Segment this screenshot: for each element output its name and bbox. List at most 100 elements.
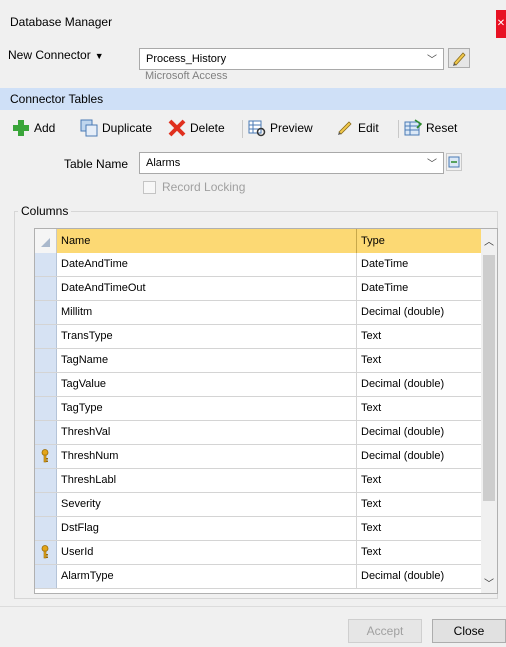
cell-type[interactable]: Text [357,541,481,564]
row-header[interactable] [35,325,57,348]
cell-type[interactable]: Decimal (double) [357,301,481,324]
cell-type[interactable]: Decimal (double) [357,445,481,468]
row-header[interactable] [35,277,57,300]
cell-type-text: Text [361,330,382,342]
cell-name-text: ThreshVal [61,426,111,438]
row-header[interactable] [35,349,57,372]
table-row[interactable]: UserId Text [35,541,481,565]
vertical-scrollbar[interactable]: ︿ ﹀ [481,229,497,593]
record-locking-checkbox[interactable]: Record Locking [143,180,245,194]
cell-type[interactable]: Text [357,469,481,492]
cell-name[interactable]: ThreshNum [57,445,357,468]
header-name-label: Name [61,235,91,247]
column-header-name[interactable]: Name [57,229,357,253]
column-header-type[interactable]: Type [357,229,481,253]
cell-name[interactable]: TagType [57,397,357,420]
table-refresh-button[interactable] [446,153,462,171]
cell-type[interactable]: Text [357,493,481,516]
row-header[interactable] [35,253,57,276]
delete-button[interactable]: Delete [168,118,225,138]
row-header[interactable] [35,493,57,516]
cell-name-text: Millitm [61,306,93,318]
cell-name-text: TagType [61,402,103,414]
cell-name-text: DateAndTimeOut [61,282,146,294]
table-row[interactable]: DstFlag Text [35,517,481,541]
row-header[interactable] [35,421,57,444]
scroll-down-icon[interactable]: ﹀ [484,575,494,590]
cell-name[interactable]: ThreshVal [57,421,357,444]
cell-name-text: AlarmType [61,570,114,582]
close-button[interactable]: Close [432,619,506,643]
preview-button[interactable]: Preview [248,118,313,138]
cell-type[interactable]: Text [357,325,481,348]
accept-button[interactable]: Accept [348,619,422,643]
table-row[interactable]: Severity Text [35,493,481,517]
duplicate-button[interactable]: Duplicate [80,118,152,138]
cell-type[interactable]: DateTime [357,277,481,300]
row-header[interactable] [35,565,57,588]
row-header[interactable] [35,517,57,540]
table-row[interactable]: TagValue Decimal (double) [35,373,481,397]
table-name-select[interactable]: Alarms ﹀ [139,152,444,174]
cell-name[interactable]: DateAndTime [57,253,357,276]
cell-name[interactable]: TagName [57,349,357,372]
cell-name[interactable]: AlarmType [57,565,357,588]
cell-type[interactable]: Decimal (double) [357,565,481,588]
window-close-button[interactable]: ✕ [496,10,506,38]
cell-type[interactable]: Text [357,397,481,420]
scroll-up-icon[interactable]: ︿ [484,233,494,248]
window-title: Database Manager [10,15,113,29]
cell-type[interactable]: Text [357,349,481,372]
cell-name[interactable]: DstFlag [57,517,357,540]
record-locking-label: Record Locking [162,180,246,194]
delete-x-icon [168,119,186,137]
table-row[interactable]: TagType Text [35,397,481,421]
table-row[interactable]: DateAndTime DateTime [35,253,481,277]
table-row[interactable]: ThreshNum Decimal (double) [35,445,481,469]
row-header[interactable] [35,469,57,492]
cell-name[interactable]: Millitm [57,301,357,324]
add-label: Add [34,121,56,135]
cell-name[interactable]: TagValue [57,373,357,396]
key-icon [41,449,49,463]
table-row[interactable]: ThreshVal Decimal (double) [35,421,481,445]
preview-icon [248,120,266,137]
table-row[interactable]: TagName Text [35,349,481,373]
columns-group-label: Columns [18,204,72,218]
cell-name-text: TagName [61,354,109,366]
cell-type[interactable]: Text [357,517,481,540]
table-row[interactable]: DateAndTimeOut DateTime [35,277,481,301]
table-row[interactable]: ThreshLabl Text [35,469,481,493]
reset-button[interactable]: Reset [404,118,457,138]
connector-select[interactable]: Process_History ﹀ [139,48,444,70]
edit-connector-button[interactable] [448,48,470,68]
toolbar-divider [398,120,399,138]
scrollbar-thumb[interactable] [483,255,495,501]
table-row[interactable]: TransType Text [35,325,481,349]
cell-name[interactable]: TransType [57,325,357,348]
edit-button[interactable]: Edit [336,118,379,138]
table-row[interactable]: AlarmType Decimal (double) [35,565,481,589]
checkbox-box[interactable] [143,180,156,194]
row-header[interactable] [35,301,57,324]
add-button[interactable]: Add [12,118,55,138]
cell-name[interactable]: ThreshLabl [57,469,357,492]
row-header[interactable] [35,397,57,420]
cell-name[interactable]: DateAndTimeOut [57,277,357,300]
row-header[interactable] [35,541,57,564]
new-connector-menu[interactable]: New Connector ▼ [8,48,104,62]
row-header[interactable] [35,445,57,468]
cell-type-text: Decimal (double) [361,378,445,390]
cell-type[interactable]: DateTime [357,253,481,276]
cell-type[interactable]: Decimal (double) [357,421,481,444]
row-header[interactable] [35,373,57,396]
duplicate-label: Duplicate [102,121,153,135]
cell-name[interactable]: Severity [57,493,357,516]
toolbar-divider [242,120,243,138]
cell-type[interactable]: Decimal (double) [357,373,481,396]
cell-type-text: Decimal (double) [361,570,445,582]
cell-type-text: DateTime [361,282,409,294]
cell-name[interactable]: UserId [57,541,357,564]
table-row[interactable]: Millitm Decimal (double) [35,301,481,325]
select-all-corner[interactable] [35,229,57,253]
